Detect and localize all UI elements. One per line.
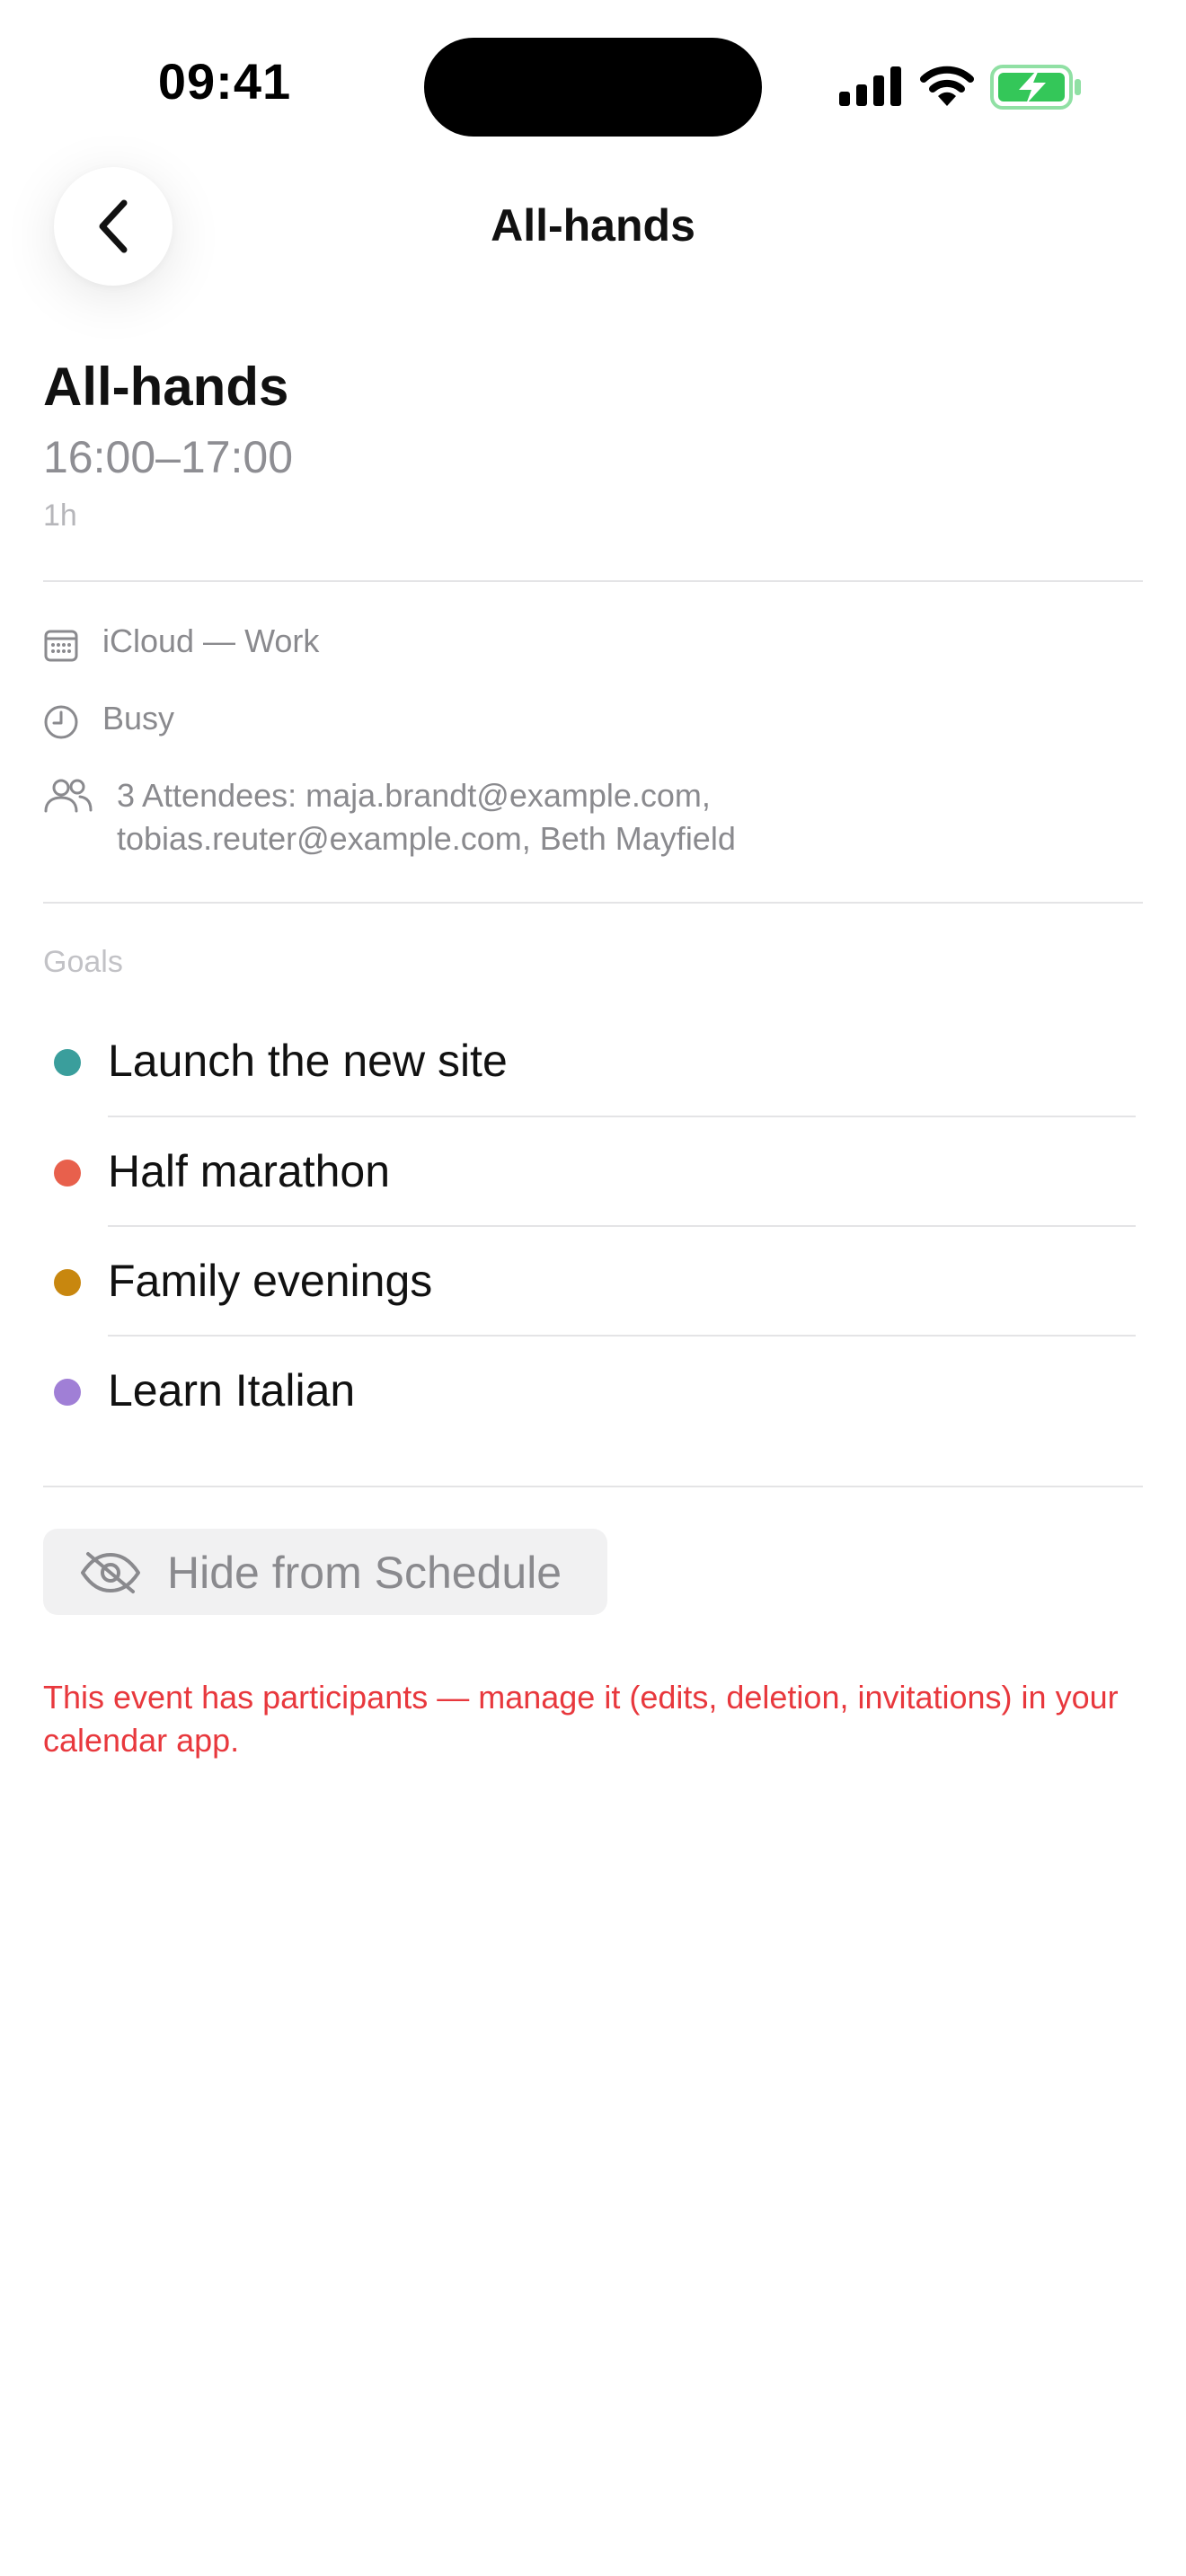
dynamic-island xyxy=(424,38,762,137)
event-time-range: 16:00–17:00 xyxy=(43,432,294,482)
hide-from-schedule-button[interactable]: Hide from Schedule xyxy=(43,1529,607,1615)
participants-warning: This event has participants — manage it … xyxy=(43,1679,1119,1759)
goal-row[interactable]: Learn Italian xyxy=(43,1336,1136,1445)
cellular-signal-icon xyxy=(839,66,901,106)
attendees-line-2: tobias.reuter@example.com, Beth Mayfield xyxy=(117,820,736,857)
chevron-left-icon xyxy=(99,199,128,253)
goal-label: Launch the new site xyxy=(108,1036,508,1086)
goal-row[interactable]: Family evenings xyxy=(43,1226,1136,1336)
nav-title: All-hands xyxy=(491,200,695,251)
event-duration: 1h xyxy=(43,498,77,533)
divider xyxy=(43,580,1143,582)
goal-color-dot xyxy=(54,1049,81,1076)
event-title: All-hands xyxy=(43,357,289,417)
goal-label: Learn Italian xyxy=(108,1365,356,1416)
divider xyxy=(43,1486,1143,1487)
availability-status: Busy xyxy=(102,700,175,737)
calendar-icon xyxy=(44,630,78,662)
goal-row[interactable]: Half marathon xyxy=(43,1116,1136,1226)
clock-icon xyxy=(44,705,78,739)
goal-label: Family evenings xyxy=(108,1256,433,1306)
divider xyxy=(43,902,1143,904)
goals-section-label: Goals xyxy=(43,945,123,979)
goal-row[interactable]: Launch the new site xyxy=(43,1006,1136,1116)
calendar-name: iCloud — Work xyxy=(102,622,320,659)
attendees-line-1: 3 Attendees: maja.brandt@example.com, xyxy=(117,777,711,814)
status-time: 09:41 xyxy=(157,53,292,110)
wifi-icon xyxy=(920,66,974,106)
battery-charging-icon xyxy=(990,65,1081,110)
people-icon xyxy=(44,779,93,813)
goal-color-dot xyxy=(54,1160,81,1187)
goal-color-dot xyxy=(54,1269,81,1296)
goal-color-dot xyxy=(54,1379,81,1406)
goal-label: Half marathon xyxy=(108,1146,391,1196)
back-button[interactable] xyxy=(54,167,173,286)
hide-from-schedule-label: Hide from Schedule xyxy=(167,1548,562,1598)
eye-slash-icon xyxy=(81,1552,140,1593)
